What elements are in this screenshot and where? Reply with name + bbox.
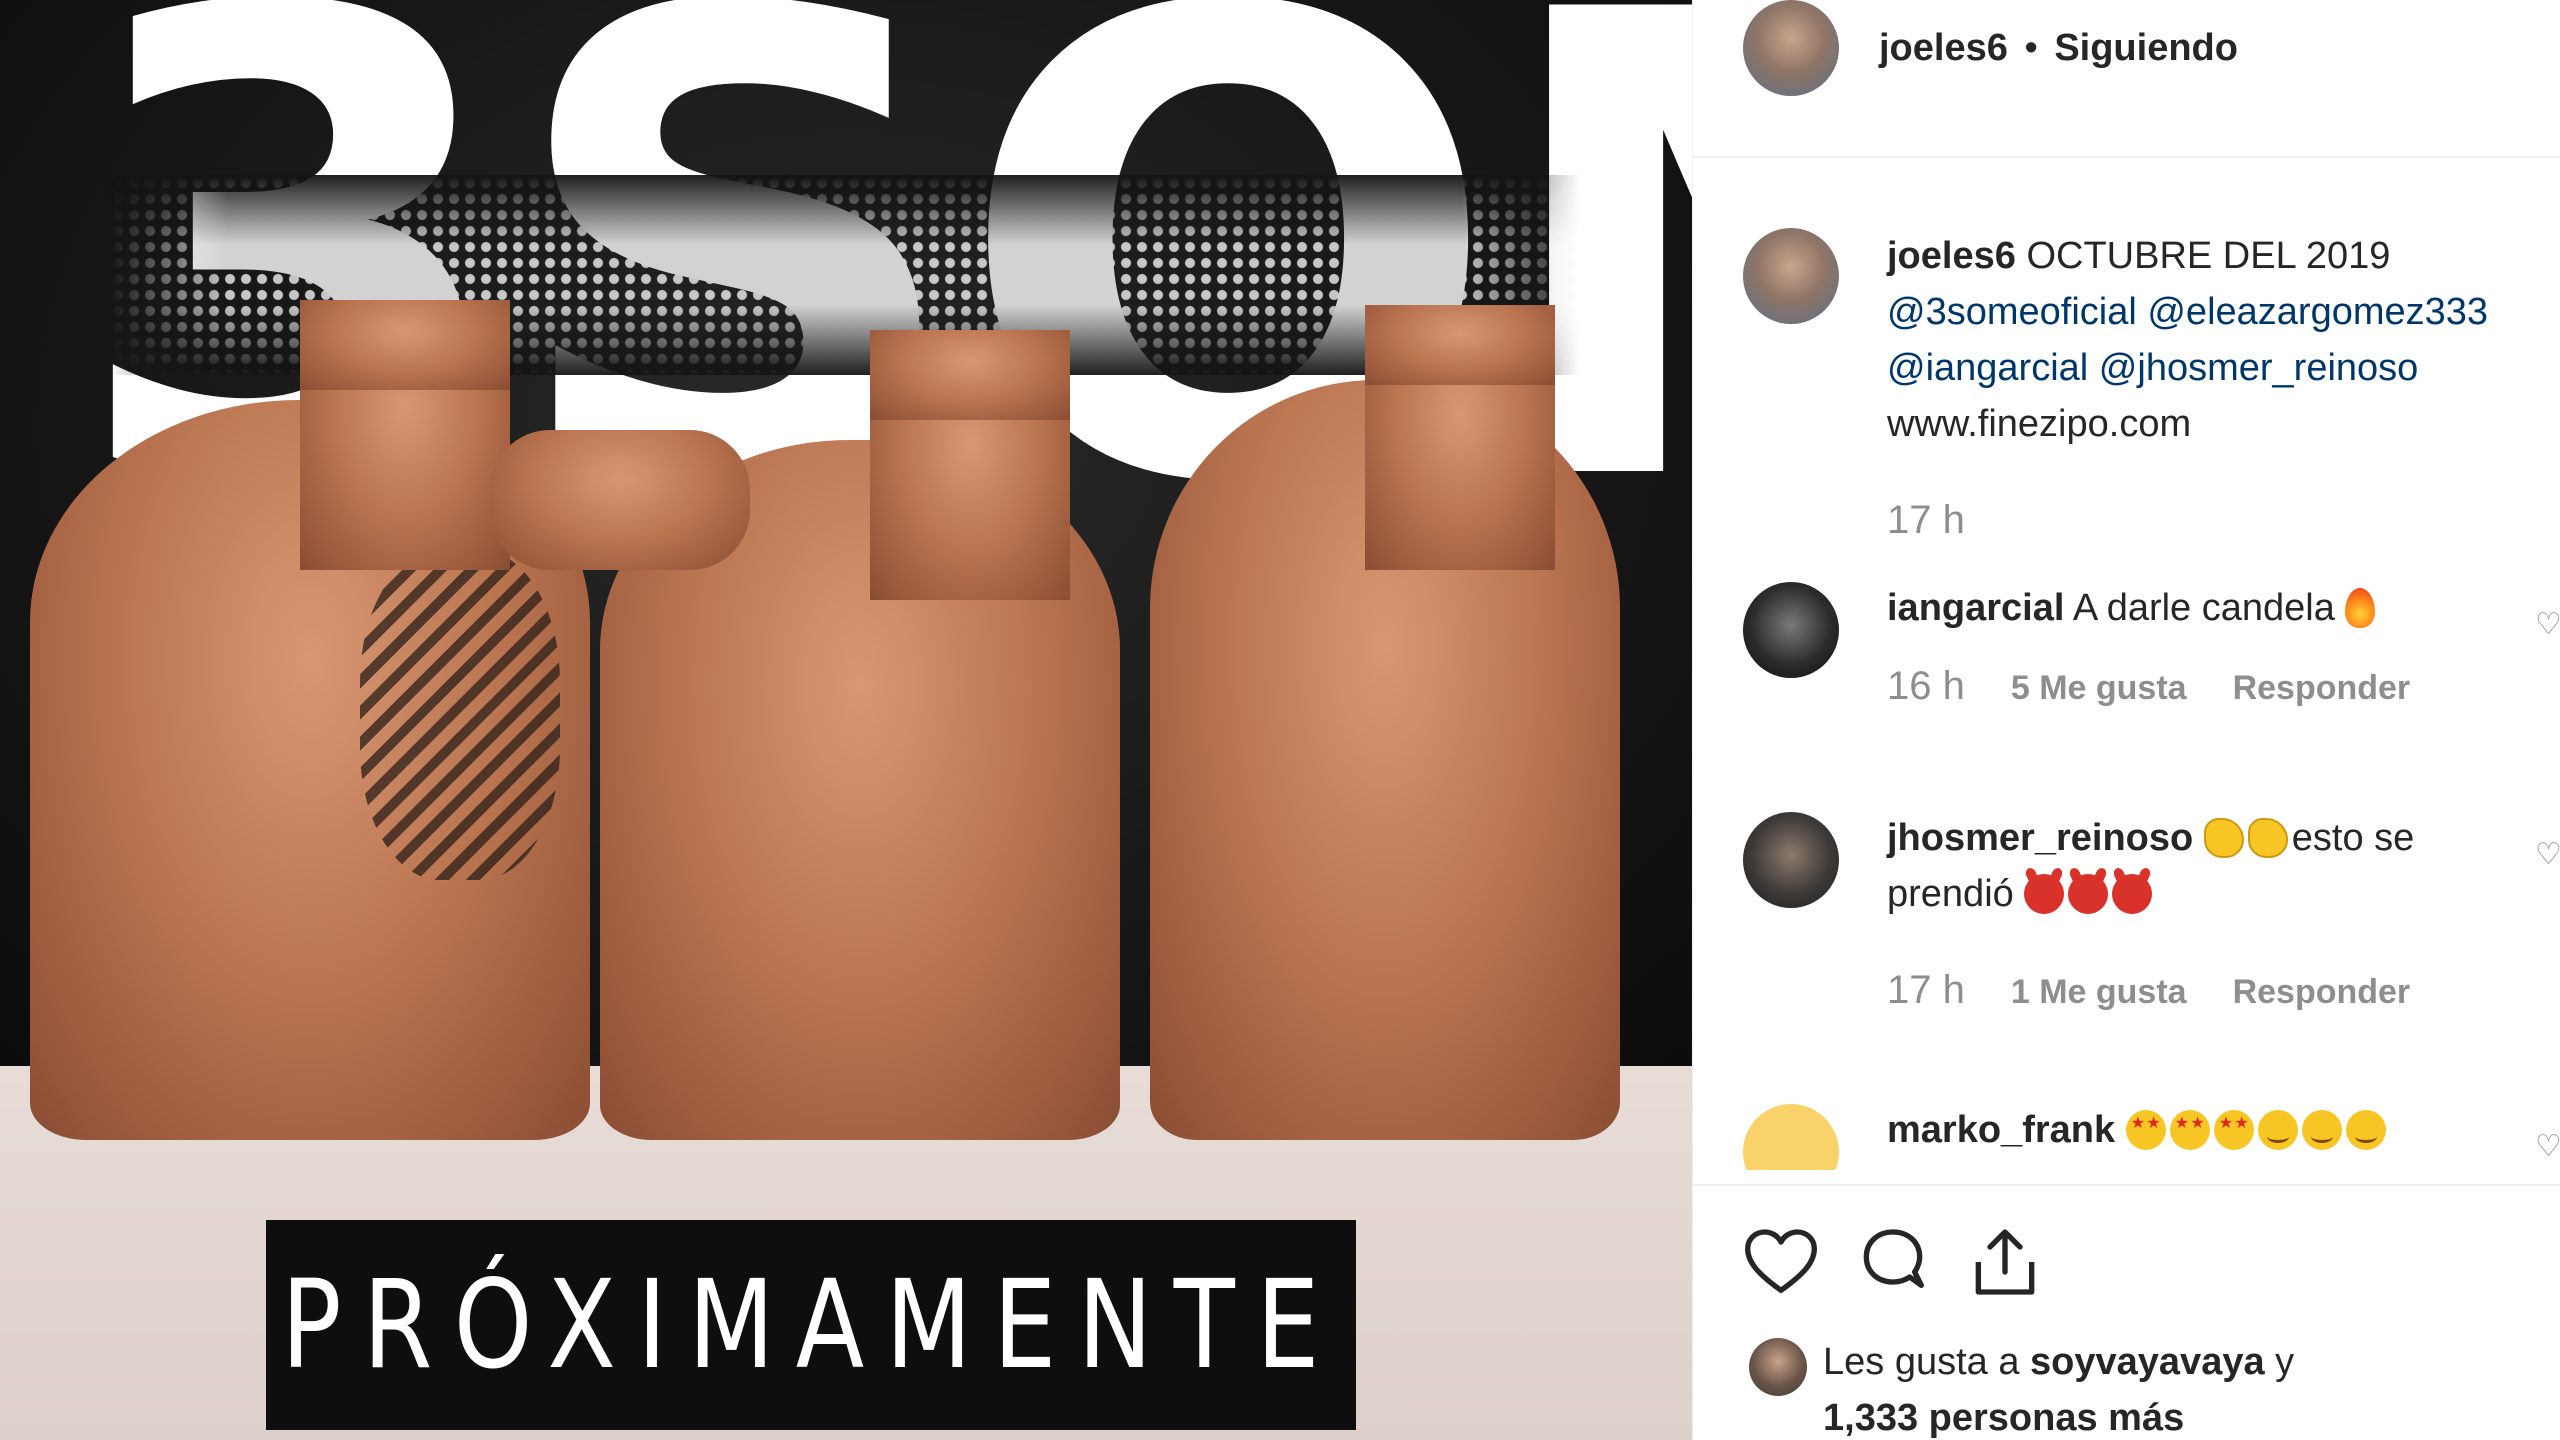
likes-summary: Les gusta a soyvayavaya y 1,333 personas…	[1823, 1334, 2294, 1440]
post-image[interactable]: 3 S O M E PRÓXIMAMENTE	[0, 0, 1692, 1440]
grinning-emoji	[2301, 1110, 2342, 1150]
caption-avatar[interactable]	[1743, 228, 1839, 324]
heart-icon[interactable]	[1741, 1222, 1821, 1302]
caption-username[interactable]: joeles6	[1887, 235, 2016, 277]
comment-likes[interactable]: 5 Me gusta	[2011, 660, 2187, 716]
comment-text-line2: prendió	[1887, 873, 2014, 915]
header-line: joeles6 • Siguiendo	[1879, 20, 2238, 76]
comment-like-heart-icon[interactable]: ♡	[2535, 610, 2560, 640]
person-middle-raised-arm	[490, 430, 750, 570]
mention-link[interactable]: @3someoficial	[1887, 291, 2137, 333]
comment-time[interactable]: 17 h	[1887, 962, 1965, 1018]
commenter-username[interactable]: jhosmer_reinoso	[1887, 817, 2193, 859]
grinning-emoji	[2257, 1110, 2298, 1150]
liker-username[interactable]: soyvayavaya	[2030, 1341, 2265, 1383]
comment-likes[interactable]: 1 Me gusta	[2011, 964, 2187, 1020]
proximamente-banner: PRÓXIMAMENTE	[266, 1220, 1356, 1430]
mention-link[interactable]: @jhosmer_reinoso	[2099, 347, 2419, 389]
grinning-emoji	[2345, 1110, 2386, 1150]
caption-body: joeles6 OCTUBRE DEL 2019 @3someoficial @…	[1887, 228, 2501, 548]
flexed-biceps-emoji	[2203, 818, 2244, 858]
comment-body: jhosmer_reinoso esto se prendió 17 h 1 M…	[1887, 810, 2501, 1020]
devil-emoji	[2024, 874, 2065, 914]
follow-status-button[interactable]: Siguiendo	[2054, 27, 2238, 69]
likes-count-link[interactable]: 1,333 personas más	[1823, 1390, 2294, 1440]
flexed-biceps-emoji	[2247, 818, 2288, 858]
liker-avatar[interactable]	[1749, 1338, 1807, 1396]
comment-text: A darle candela	[2072, 587, 2335, 629]
author-avatar[interactable]	[1743, 0, 1839, 96]
post-header: joeles6 • Siguiendo	[1693, 0, 2560, 158]
mention-link[interactable]: @eleazargomez333	[2147, 291, 2488, 333]
likes-suffix: y	[2275, 1341, 2295, 1383]
comment-like-heart-icon[interactable]: ♡	[2535, 1132, 2560, 1162]
commenter-username[interactable]: iangarcial	[1887, 587, 2064, 629]
commenter-avatar[interactable]	[1743, 812, 1839, 908]
star-struck-emoji	[2125, 1110, 2166, 1150]
comments-section[interactable]: joeles6 OCTUBRE DEL 2019 @3someoficial @…	[1693, 160, 2560, 1170]
person-left-hair	[300, 300, 510, 390]
comment-time[interactable]: 16 h	[1887, 658, 1965, 714]
caption-link: www.finezipo.com	[1887, 403, 2192, 445]
fire-emoji	[2345, 588, 2376, 628]
commenter-username[interactable]: marko_frank	[1887, 1109, 2115, 1151]
caption-text: OCTUBRE DEL 2019	[2026, 235, 2391, 277]
comment-like-heart-icon[interactable]: ♡	[2535, 840, 2560, 870]
mention-link[interactable]: @iangarcial	[1887, 347, 2088, 389]
post-actions: Les gusta a soyvayavaya y 1,333 personas…	[1693, 1184, 2560, 1440]
share-icon[interactable]	[1965, 1222, 2045, 1302]
devil-emoji	[2068, 874, 2109, 914]
comment-text: esto se	[2291, 817, 2415, 859]
person-middle-hair	[870, 330, 1070, 420]
comment-icon[interactable]	[1853, 1222, 1933, 1302]
commenter-avatar[interactable]	[1743, 582, 1839, 678]
commenter-avatar[interactable]	[1743, 1104, 1839, 1170]
likes-prefix: Les gusta a	[1823, 1341, 2020, 1383]
comment-body: iangarcial A darle candela 16 h 5 Me gus…	[1887, 580, 2501, 716]
caption-time[interactable]: 17 h	[1887, 492, 2501, 548]
reply-button[interactable]: Responder	[2233, 964, 2411, 1020]
banner-text: PRÓXIMAMENTE	[281, 1254, 1341, 1396]
devil-emoji	[2112, 874, 2153, 914]
reply-button[interactable]: Responder	[2233, 660, 2411, 716]
author-username[interactable]: joeles6	[1879, 27, 2008, 69]
tattoo	[360, 550, 560, 880]
comment-body: marko_frank	[1887, 1102, 2501, 1158]
post-sidebar: joeles6 • Siguiendo joeles6 OCTUBRE DEL …	[1692, 0, 2560, 1440]
star-struck-emoji	[2169, 1110, 2210, 1150]
person-right-hair	[1365, 305, 1555, 385]
separator-dot: •	[2024, 27, 2038, 69]
star-struck-emoji	[2213, 1110, 2254, 1150]
